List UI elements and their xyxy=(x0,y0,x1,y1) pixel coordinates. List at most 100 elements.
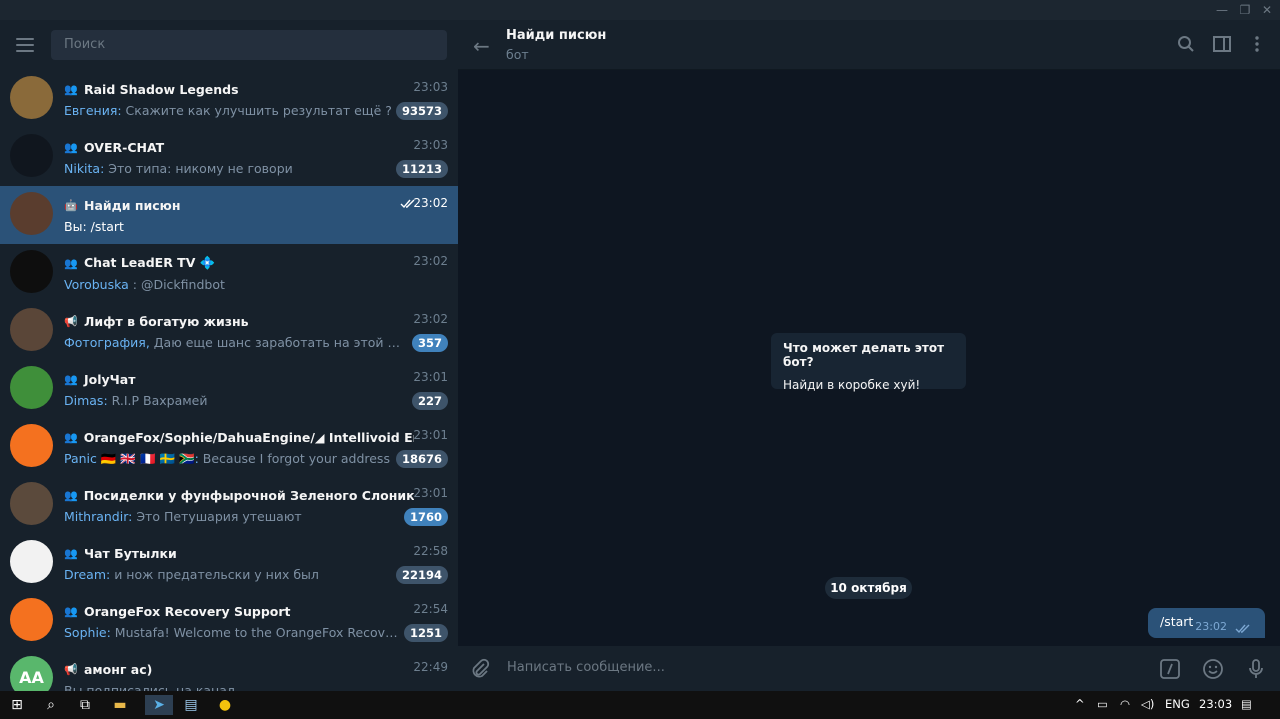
chat-avatar xyxy=(10,250,53,293)
date-separator: 10 октября xyxy=(825,577,912,599)
battery-icon[interactable]: ▭ xyxy=(1097,697,1108,711)
unread-badge: 22194 xyxy=(395,566,448,584)
notepad-icon[interactable]: ▤ xyxy=(181,695,201,715)
chat-list-item[interactable]: AA 📢 амонг ас) 22:49 Вы подписались на канал xyxy=(0,650,458,691)
chat-avatar xyxy=(10,598,53,641)
chat-preview: Вы: /start xyxy=(64,219,404,237)
wifi-icon[interactable]: ◠ xyxy=(1120,697,1130,711)
chat-time: 23:02 xyxy=(413,254,448,268)
search-taskbar-icon[interactable]: ⌕ xyxy=(41,695,61,715)
search-icon[interactable] xyxy=(1176,34,1196,54)
preview-sender: Евгения: xyxy=(64,103,122,118)
chat-list: 👥 Raid Shadow Legends 23:03 Евгения: Скажит… xyxy=(0,70,458,691)
restore-icon[interactable]: ❐ xyxy=(1237,2,1253,18)
chat-list-item[interactable]: 👥 Чат Бутылки 22:58 Dream: и нож предательс… xyxy=(0,534,458,592)
chat-list-item[interactable]: 👥 OVER-CHAT 23:03 Nikita: Это типа: никому … xyxy=(0,128,458,186)
task-view-icon[interactable]: ⧉ xyxy=(75,695,95,715)
bot-info-heading: Что может делать этот бот? xyxy=(783,341,945,369)
chat-avatar xyxy=(10,482,53,525)
chat-time: 22:54 xyxy=(413,602,448,616)
back-arrow-icon[interactable]: ← xyxy=(473,34,490,58)
chat-list-item[interactable]: 👥 Chat LeadER TV 💠 23:02 Vorobuska : @Dickf… xyxy=(0,244,458,302)
group-icon: 👥 xyxy=(64,430,78,444)
chat-name: 👥 OrangeFox/Sophie/DahuaEngine/◢ Intelliv… xyxy=(64,428,414,446)
preview-text: и нож предательски у них был xyxy=(110,567,319,582)
chat-list-item[interactable]: 👥 OrangeFox/Sophie/DahuaEngine/◢ Intelliv… xyxy=(0,418,458,476)
sidebar-toggle-icon[interactable] xyxy=(1212,34,1232,54)
unread-badge: 11213 xyxy=(395,160,448,178)
tray-chevron-icon[interactable]: ^ xyxy=(1075,697,1085,711)
windows-start-icon[interactable]: ⊞ xyxy=(7,695,27,715)
chat-avatar xyxy=(10,192,53,235)
chat-list-item[interactable]: 👥 Посиделки у фунфырочной Зеленого Слоник… xyxy=(0,476,458,534)
channel-icon: 📢 xyxy=(64,314,78,328)
chat-name: 👥 JolyЧат xyxy=(64,370,414,388)
preview-text: Даю еще шанс заработать на этой неделе П… xyxy=(153,335,404,350)
bot-commands-icon[interactable] xyxy=(1159,658,1181,680)
emoji-icon[interactable] xyxy=(1202,658,1224,680)
outgoing-message[interactable]: /start 23:02 xyxy=(1148,608,1265,638)
more-options-icon[interactable] xyxy=(1247,34,1267,54)
unread-badge: 1760 xyxy=(403,508,448,526)
chat-name: 📢 Лифт в богатую жизнь xyxy=(64,312,414,330)
chat-avatar xyxy=(10,366,53,409)
chat-avatar xyxy=(10,308,53,351)
conversation-header: ← Найди писюн бот xyxy=(458,20,1280,70)
chat-name: 👥 OVER-CHAT xyxy=(64,138,414,156)
preview-text: /start xyxy=(86,219,124,234)
clock[interactable]: 23:03 xyxy=(1199,697,1232,711)
search-input[interactable]: Поиск xyxy=(51,30,447,60)
chat-list-item[interactable]: 👥 Raid Shadow Legends 23:03 Евгения: Скажит… xyxy=(0,70,458,128)
message-input[interactable]: Написать сообщение... xyxy=(507,660,665,675)
chat-list-item[interactable]: 📢 Лифт в богатую жизнь 23:02 Фотография, Да… xyxy=(0,302,458,360)
chat-preview: Sophie: Mustafa! Welcome to the OrangeFo… xyxy=(64,625,404,643)
unread-badge: 18676 xyxy=(395,450,448,468)
windows-taskbar: ⊞ ⌕ ⧉ ▬ ➤ ▤ ● ^ ▭ ◠ ◁) ENG 23:03 ▤ xyxy=(0,691,1280,719)
chat-name: 👥 Посиделки у фунфырочной Зеленого Слоник… xyxy=(64,486,414,504)
chat-title[interactable]: Найди писюн xyxy=(506,28,606,43)
bot-icon: 🤖 xyxy=(64,198,78,212)
chat-preview: Vorobuska : @Dickfindbot xyxy=(64,277,404,295)
chat-list-item[interactable]: 👥 JolyЧат 23:01 Dimas: R.I.P Вахрамей 227 xyxy=(0,360,458,418)
minimize-icon[interactable]: — xyxy=(1214,2,1230,18)
chat-time: 23:03 xyxy=(413,80,448,94)
chat-name: 🤖 Найди писюн xyxy=(64,196,414,214)
chat-name-text: Посиделки у фунфырочной Зеленого Слоника xyxy=(83,487,414,503)
chrome-icon[interactable]: ● xyxy=(215,695,235,715)
close-icon[interactable]: ✕ xyxy=(1259,2,1275,18)
chat-name-text: амонг ас) xyxy=(84,661,153,677)
chat-name: 👥 OrangeFox Recovery Support xyxy=(64,602,414,620)
file-explorer-icon[interactable]: ▬ xyxy=(110,695,130,715)
unread-badge: 227 xyxy=(411,392,448,410)
chat-name: 📢 амонг ас) xyxy=(64,660,414,678)
preview-text: Скажите как улучшить результат ещё ? xyxy=(121,103,392,118)
chat-preview: Mithrandir: Это Петушария утешают xyxy=(64,509,404,527)
chat-preview: Nikita: Это типа: никому не говори xyxy=(64,161,404,179)
telegram-taskbar-icon[interactable]: ➤ xyxy=(145,695,173,715)
language-indicator[interactable]: ENG xyxy=(1165,697,1190,711)
chat-list-item[interactable]: 👥 OrangeFox Recovery Support 22:54 Sophie: … xyxy=(0,592,458,650)
chat-time: 23:01 xyxy=(413,486,448,500)
menu-icon[interactable] xyxy=(16,38,34,52)
chat-avatar xyxy=(10,76,53,119)
unread-badge: 357 xyxy=(411,334,448,352)
volume-icon[interactable]: ◁) xyxy=(1141,697,1154,711)
chat-time: 22:49 xyxy=(413,660,448,674)
chat-name-text: OrangeFox/Sophie/DahuaEngine/◢ Intellivo… xyxy=(83,429,414,445)
preview-sender: Фотография, xyxy=(64,335,150,350)
microphone-icon[interactable] xyxy=(1245,658,1267,680)
window-titlebar: — ❐ ✕ xyxy=(0,0,1280,20)
message-text: /start xyxy=(1160,614,1194,629)
notifications-icon[interactable]: ▤ xyxy=(1241,697,1252,711)
message-composer: Написать сообщение... xyxy=(458,646,1280,691)
sidebar-header: Поиск xyxy=(0,20,458,70)
preview-sender: Mithrandir: xyxy=(64,509,133,524)
chat-list-item[interactable]: 🤖 Найди писюн 23:02 Вы: /start xyxy=(0,186,458,244)
chat-preview: Фотография, Даю еще шанс заработать на э… xyxy=(64,335,404,353)
attach-icon[interactable] xyxy=(469,658,491,680)
preview-text: : @Dickfindbot xyxy=(128,277,225,292)
chat-avatar xyxy=(10,540,53,583)
chat-name-text: Raid Shadow Legends xyxy=(84,81,239,97)
group-icon: 👥 xyxy=(64,546,78,560)
preview-text: Because I forgot your address xyxy=(198,451,390,466)
